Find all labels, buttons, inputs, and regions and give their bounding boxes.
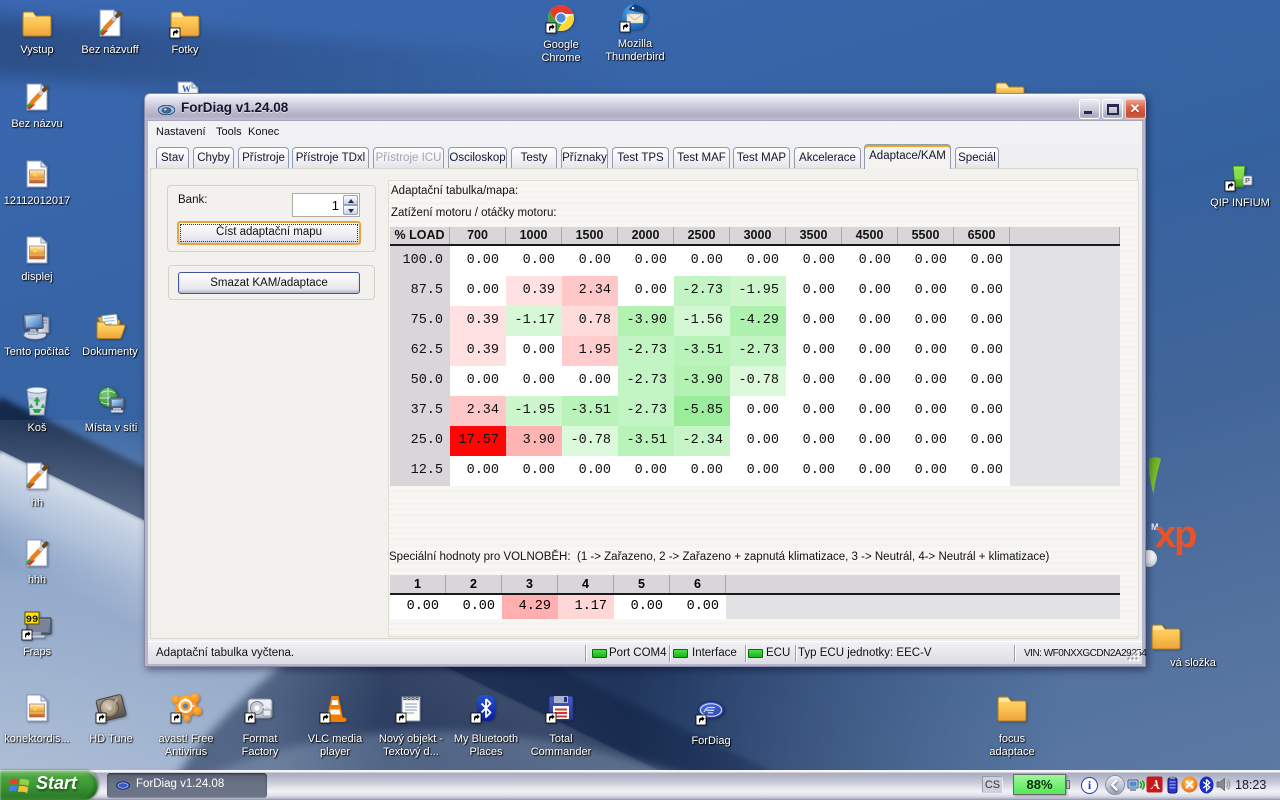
svg-text:P: P (1245, 176, 1250, 185)
svg-text:99: 99 (26, 614, 39, 626)
